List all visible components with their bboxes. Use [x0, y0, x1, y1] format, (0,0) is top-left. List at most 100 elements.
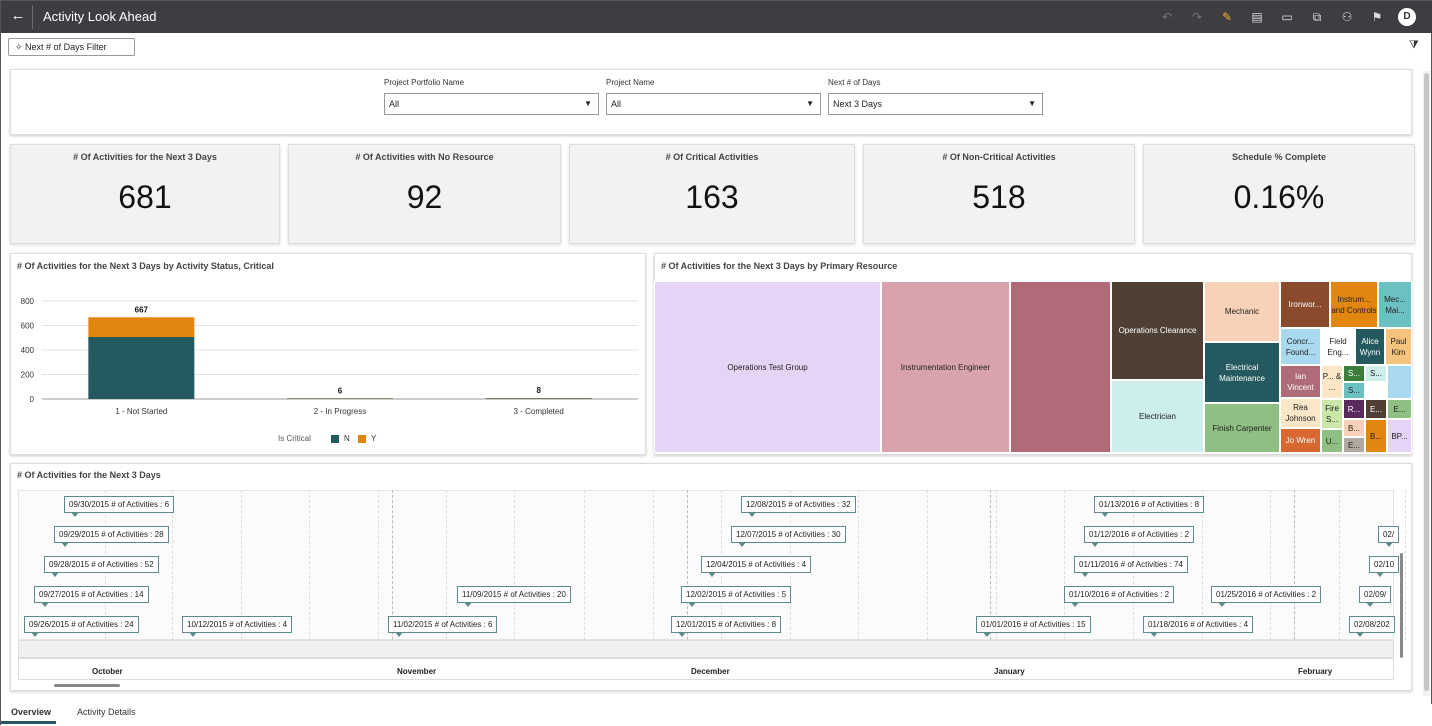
- timeline-callout[interactable]: 12/01/2015 # of Activities : 8: [671, 616, 781, 633]
- treemap-cell[interactable]: B...: [1343, 419, 1365, 437]
- bar-segment[interactable]: [88, 317, 194, 337]
- treemap-cell[interactable]: Alice Wynn: [1355, 328, 1385, 365]
- active-tab-indicator: [1, 721, 56, 724]
- x-tick-label: 1 - Not Started: [115, 407, 167, 416]
- bar-segment[interactable]: [88, 337, 194, 399]
- treemap-cell[interactable]: BP...: [1387, 419, 1412, 453]
- timeline-callout[interactable]: 10/12/2015 # of Activities : 4: [182, 616, 292, 633]
- timeline-callout[interactable]: 12/08/2015 # of Activities : 32: [741, 496, 856, 513]
- treemap-cell[interactable]: E...: [1387, 399, 1412, 419]
- undo-icon[interactable]: ↶: [1158, 8, 1176, 26]
- treemap-cell[interactable]: E...: [1343, 437, 1365, 453]
- bar-total-label: 6: [338, 386, 343, 395]
- timeline-callout[interactable]: 12/07/2015 # of Activities : 30: [731, 526, 846, 543]
- treemap-cell[interactable]: Mec... Mai...: [1378, 281, 1412, 328]
- chevron-down-icon: ▼: [584, 94, 592, 114]
- timeline-callout[interactable]: 12/02/2015 # of Activities : 5: [681, 586, 791, 603]
- timeline-callout[interactable]: 02/08/202: [1349, 616, 1395, 633]
- treemap-cell[interactable]: Electrician: [1111, 380, 1204, 453]
- timeline-callout[interactable]: 01/25/2016 # of Activities : 2: [1211, 586, 1321, 603]
- timeline-gridline: [514, 490, 515, 640]
- edit-icon[interactable]: ✎: [1218, 8, 1236, 26]
- treemap-cell[interactable]: Jo Wren: [1280, 428, 1321, 453]
- timeline-callout[interactable]: 09/29/2015 # of Activities : 28: [54, 526, 169, 543]
- timeline-callout[interactable]: 01/12/2016 # of Activities : 2: [1084, 526, 1194, 543]
- comment-icon[interactable]: ▭: [1278, 8, 1296, 26]
- bar-segment[interactable]: [486, 398, 592, 399]
- redo-icon[interactable]: ↷: [1188, 8, 1206, 26]
- timeline-callout[interactable]: 11/02/2015 # of Activities : 6: [388, 616, 497, 633]
- treemap-cell[interactable]: [1387, 365, 1412, 399]
- timeline-callout[interactable]: 01/13/2016 # of Activities : 8: [1094, 496, 1204, 513]
- timeline-callout[interactable]: 01/11/2016 # of Activities : 74: [1074, 556, 1188, 573]
- treemap-cell[interactable]: Ian Vincent: [1280, 365, 1321, 398]
- treemap-cell[interactable]: Operations Test Group: [654, 281, 881, 453]
- treemap-cell[interactable]: Fire S...: [1321, 399, 1343, 429]
- treemap-cell[interactable]: B...: [1365, 419, 1387, 453]
- kpi-schedule-complete[interactable]: Schedule % Complete0.16%: [1143, 144, 1415, 244]
- timeline-callout[interactable]: 02/10: [1369, 556, 1399, 573]
- timeline-callout[interactable]: 01/10/2016 # of Activities : 2: [1064, 586, 1174, 603]
- treemap-cell[interactable]: R...: [1343, 399, 1365, 419]
- treemap-cell[interactable]: Ironwor...: [1280, 281, 1330, 328]
- timeline-callout[interactable]: 09/28/2015 # of Activities : 52: [44, 556, 159, 573]
- treemap-cell[interactable]: Mechanic: [1204, 281, 1280, 342]
- treemap-cell[interactable]: Rea Johnson: [1280, 398, 1321, 428]
- page-title: Activity Look Ahead: [43, 9, 156, 24]
- kpi-activities-no-resource[interactable]: # Of Activities with No Resource92: [288, 144, 561, 244]
- timeline-callout[interactable]: 01/01/2016 # of Activities : 15: [976, 616, 1091, 633]
- treemap-cell[interactable]: U...: [1321, 429, 1343, 453]
- kpi-title: # Of Activities with No Resource: [289, 152, 560, 162]
- timeline-callout[interactable]: 11/09/2015 # of Activities : 20: [457, 586, 571, 603]
- treemap-cell[interactable]: Instrumentation Engineer: [881, 281, 1010, 453]
- export-icon[interactable]: ⧉: [1308, 8, 1326, 26]
- treemap-cell[interactable]: Operations Clearance: [1111, 281, 1204, 380]
- timeline-callout[interactable]: 01/18/2016 # of Activities : 4: [1143, 616, 1253, 633]
- timeline-gridline: [927, 490, 928, 640]
- treemap-cell[interactable]: Electrical Maintenance: [1204, 342, 1280, 403]
- back-arrow-icon[interactable]: ←: [9, 7, 27, 25]
- timeline-callout[interactable]: 12/04/2015 # of Activities : 4: [701, 556, 811, 573]
- share-user-icon[interactable]: ⚇: [1338, 8, 1356, 26]
- filter-funnel-icon[interactable]: ⧩: [1409, 39, 1419, 52]
- page-scrollbar-thumb[interactable]: [1424, 73, 1429, 691]
- timeline-callout[interactable]: 02/: [1378, 526, 1399, 543]
- tab-activity-details[interactable]: Activity Details: [77, 707, 136, 717]
- portfolio-select[interactable]: All▼: [384, 93, 599, 115]
- header-divider: [32, 5, 33, 29]
- timeline-callout[interactable]: 09/30/2015 # of Activities : 6: [64, 496, 174, 513]
- treemap-cell[interactable]: Paul Kim: [1385, 328, 1412, 365]
- timeline-callout[interactable]: 09/26/2015 # of Activities : 24: [24, 616, 139, 633]
- next-days-filter-chip[interactable]: ✧ Next # of Days Filter: [8, 38, 135, 56]
- project-filter-label: Project Name: [606, 78, 654, 87]
- legend-n-label: N: [344, 434, 350, 443]
- kpi-critical-activities[interactable]: # Of Critical Activities163: [569, 144, 855, 244]
- y-tick-label: 400: [21, 346, 35, 355]
- kpi-noncritical-activities[interactable]: # Of Non-Critical Activities518: [863, 144, 1135, 244]
- timeline-vertical-scrollbar[interactable]: [1400, 553, 1403, 658]
- treemap-cell[interactable]: Concr... Found...: [1280, 328, 1321, 365]
- kpi-value: 518: [864, 179, 1134, 216]
- user-avatar[interactable]: D: [1398, 8, 1416, 26]
- treemap-cell[interactable]: E...: [1365, 399, 1387, 419]
- y-tick-label: 600: [21, 322, 35, 331]
- days-select[interactable]: Next 3 Days▼: [828, 93, 1043, 115]
- tab-overview[interactable]: Overview: [11, 707, 51, 717]
- timeline-gridline: [1270, 490, 1271, 640]
- treemap-cell[interactable]: [1010, 281, 1111, 453]
- timeline-callout[interactable]: 09/27/2015 # of Activities : 14: [34, 586, 149, 603]
- timeline-scrollbar[interactable]: [54, 684, 120, 687]
- project-select[interactable]: All▼: [606, 93, 821, 115]
- kpi-activities-next-days[interactable]: # Of Activities for the Next 3 Days681: [10, 144, 280, 244]
- portfolio-filter-label: Project Portfolio Name: [384, 78, 464, 87]
- treemap-cell[interactable]: Field Eng...: [1321, 328, 1355, 365]
- data-icon[interactable]: ▤: [1248, 8, 1266, 26]
- treemap-cell[interactable]: S...: [1365, 365, 1387, 382]
- treemap-cell[interactable]: P... & ...: [1321, 365, 1343, 399]
- treemap-cell[interactable]: Finish Carpenter: [1204, 403, 1280, 453]
- treemap-cell[interactable]: S...: [1343, 382, 1365, 399]
- treemap-cell[interactable]: Instrum... and Controls: [1330, 281, 1378, 328]
- bookmark-icon[interactable]: ⚑: [1368, 8, 1386, 26]
- timeline-callout[interactable]: 02/09/: [1359, 586, 1391, 603]
- treemap-cell[interactable]: S...: [1343, 365, 1365, 382]
